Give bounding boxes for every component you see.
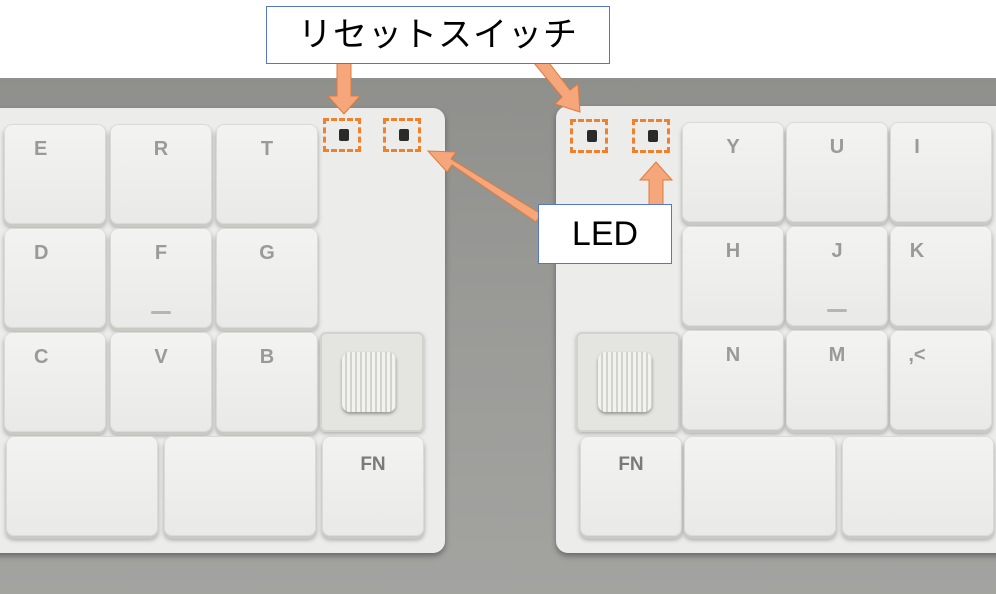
reset-switch-callout: リセットスイッチ (266, 6, 610, 64)
arrow-reset-left (326, 59, 362, 115)
arrow-led-left (426, 150, 542, 223)
annotation-arrows (326, 54, 674, 223)
led-callout: LED (538, 204, 672, 264)
